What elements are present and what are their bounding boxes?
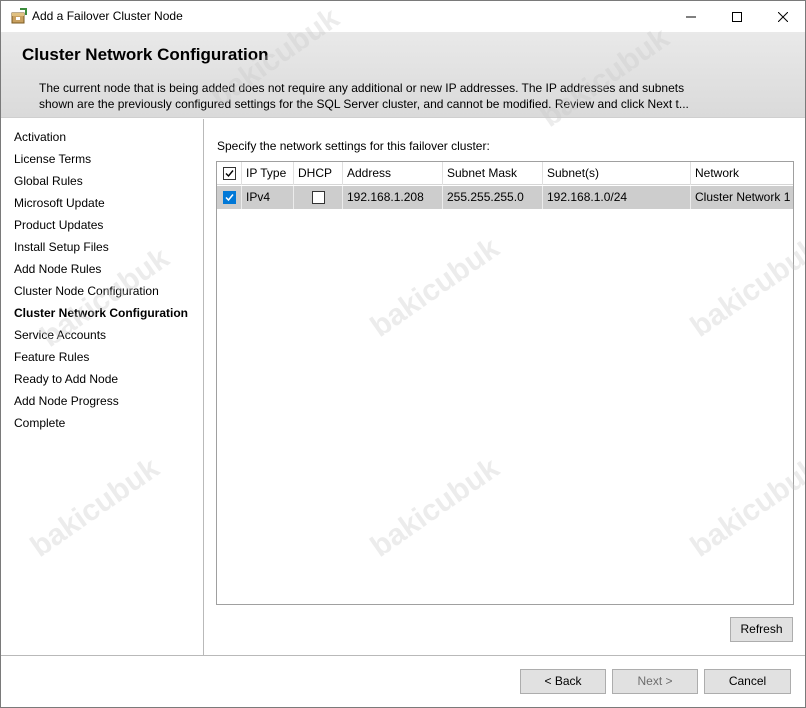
cancel-button[interactable]: Cancel [704, 669, 791, 694]
nav-item-license-terms[interactable]: License Terms [14, 152, 91, 166]
wizard-steps-nav: Activation License Terms Global Rules Mi… [1, 119, 204, 655]
column-header-subnet-mask[interactable]: Subnet Mask [443, 162, 543, 185]
window-title: Add a Failover Cluster Node [32, 9, 183, 23]
nav-item-product-updates[interactable]: Product Updates [14, 218, 103, 232]
column-header-address[interactable]: Address [343, 162, 443, 185]
maximize-button[interactable] [714, 1, 760, 32]
nav-item-global-rules[interactable]: Global Rules [14, 174, 83, 188]
cell-dhcp [294, 186, 343, 209]
title-bar[interactable]: Add a Failover Cluster Node [1, 1, 805, 32]
checkmark-icon [225, 194, 234, 202]
row-select-checkbox[interactable] [223, 191, 236, 204]
column-header-dhcp[interactable]: DHCP [294, 162, 343, 185]
nav-item-feature-rules[interactable]: Feature Rules [14, 350, 89, 364]
setup-app-icon [11, 8, 27, 24]
page-description-line-1: The current node that is being added doe… [39, 81, 685, 95]
nav-item-install-setup-files[interactable]: Install Setup Files [14, 240, 109, 254]
refresh-button[interactable]: Refresh [730, 617, 793, 642]
footer-divider [1, 655, 805, 656]
dhcp-checkbox[interactable] [312, 191, 325, 204]
select-all-column[interactable] [217, 162, 242, 185]
column-header-subnets[interactable]: Subnet(s) [543, 162, 691, 185]
close-button[interactable] [760, 1, 805, 32]
column-header-ip-type[interactable]: IP Type [242, 162, 294, 185]
back-button[interactable]: < Back [520, 669, 606, 694]
nav-item-complete[interactable]: Complete [14, 416, 65, 430]
table-row[interactable]: IPv4 192.168.1.208 255.255.255.0 192.168… [217, 186, 793, 209]
maximize-icon [732, 11, 742, 22]
cell-address: 192.168.1.208 [343, 186, 443, 209]
nav-item-cluster-network-configuration[interactable]: Cluster Network Configuration [14, 306, 188, 320]
instruction-text: Specify the network settings for this fa… [217, 139, 490, 153]
column-header-network[interactable]: Network [691, 162, 793, 185]
page-header: Cluster Network Configuration The curren… [1, 32, 805, 118]
checkmark-icon [225, 170, 234, 178]
minimize-button[interactable] [668, 1, 714, 32]
nav-item-ready-to-add-node[interactable]: Ready to Add Node [14, 372, 118, 386]
minimize-icon [686, 16, 696, 17]
cell-subnets: 192.168.1.0/24 [543, 186, 691, 209]
nav-item-add-node-rules[interactable]: Add Node Rules [14, 262, 101, 276]
network-settings-grid[interactable]: IP Type DHCP Address Subnet Mask Subnet(… [216, 161, 794, 605]
cell-ip-type: IPv4 [242, 186, 294, 209]
row-select-cell[interactable] [217, 186, 242, 209]
nav-item-microsoft-update[interactable]: Microsoft Update [14, 196, 105, 210]
grid-header: IP Type DHCP Address Subnet Mask Subnet(… [217, 162, 793, 185]
cell-network: Cluster Network 1 [695, 190, 791, 204]
nav-item-activation[interactable]: Activation [14, 130, 66, 144]
close-icon [778, 11, 788, 22]
page-title: Cluster Network Configuration [22, 45, 269, 64]
next-button[interactable]: Next > [612, 669, 698, 694]
cell-subnet-mask: 255.255.255.0 [443, 186, 543, 209]
nav-item-cluster-node-configuration[interactable]: Cluster Node Configuration [14, 284, 159, 298]
page-description-line-2: shown are the previously configured sett… [39, 97, 689, 111]
select-all-checkbox[interactable] [223, 167, 236, 180]
setup-window: Add a Failover Cluster Node Cluster Netw… [0, 0, 806, 708]
nav-item-service-accounts[interactable]: Service Accounts [14, 328, 106, 342]
page-description: The current node that is being added doe… [39, 80, 779, 112]
nav-item-add-node-progress[interactable]: Add Node Progress [14, 394, 119, 408]
